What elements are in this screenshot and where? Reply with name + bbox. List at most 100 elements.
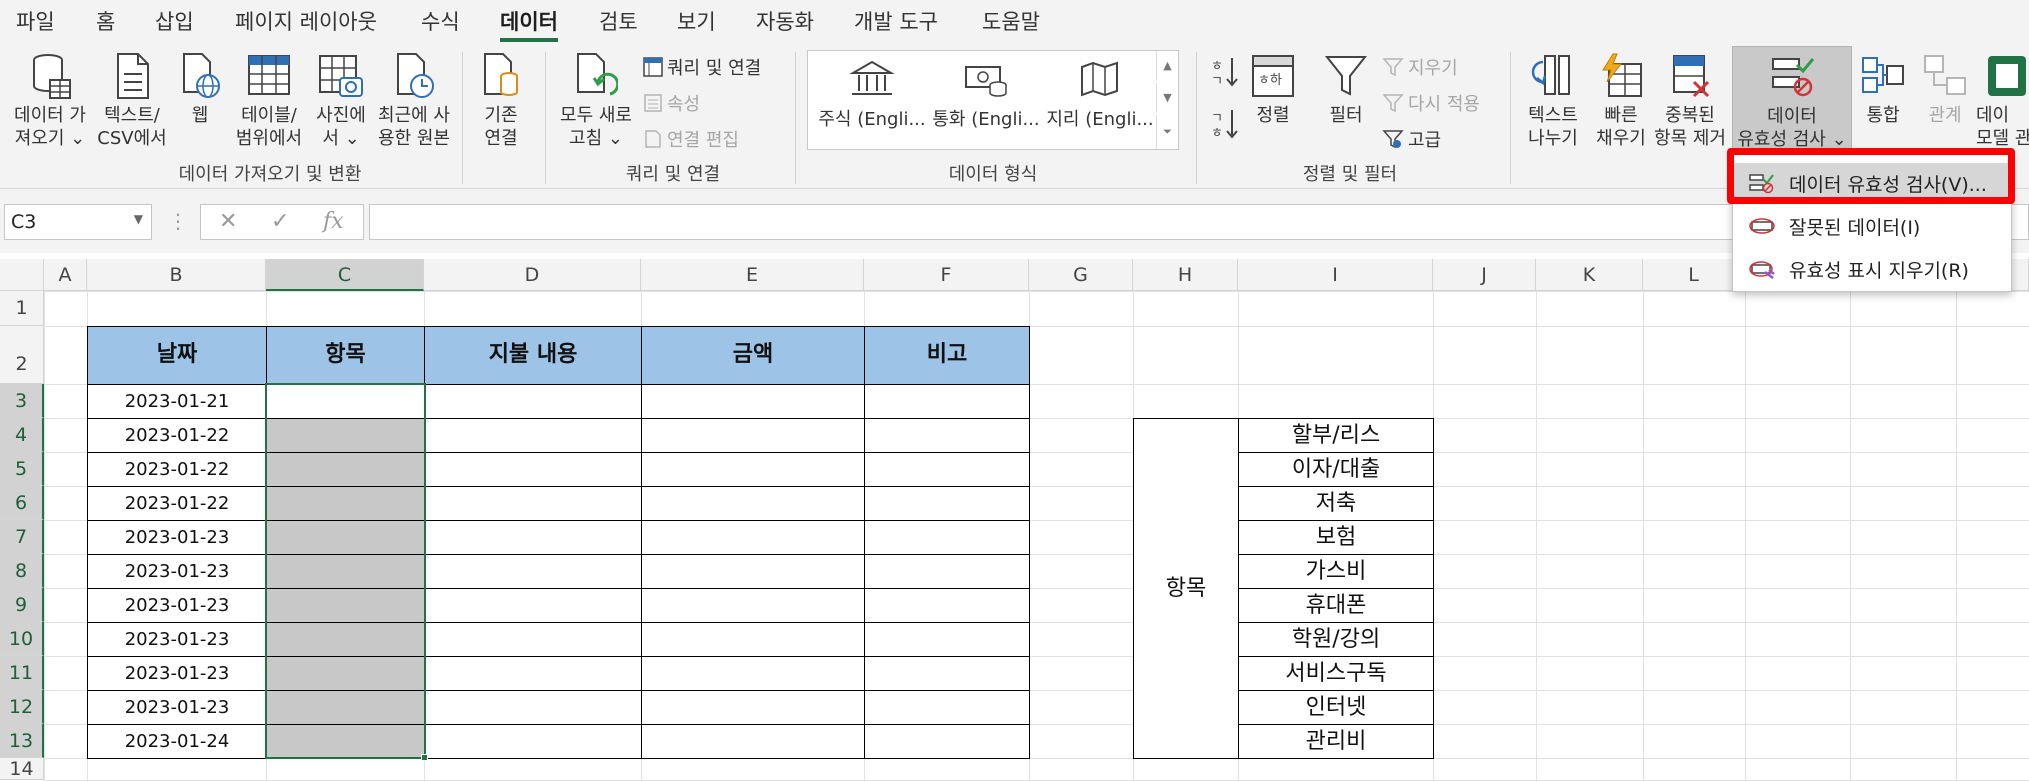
fill-handle[interactable]: [421, 754, 428, 761]
table-cell[interactable]: [864, 724, 1030, 759]
category-list-item[interactable]: 학원/강의: [1238, 622, 1434, 657]
table-cell[interactable]: [641, 418, 865, 453]
tab-home[interactable]: 홈: [96, 6, 115, 36]
row-header[interactable]: 6: [0, 486, 44, 520]
table-cell[interactable]: [864, 520, 1030, 555]
date-cell[interactable]: 2023-01-23: [87, 554, 267, 589]
category-list-item[interactable]: 할부/리스: [1238, 418, 1434, 453]
table-cell[interactable]: [424, 384, 642, 419]
category-cell[interactable]: [266, 622, 425, 657]
geography-data-type[interactable]: 지리 (Engli...: [1044, 59, 1156, 131]
column-header[interactable]: I: [1238, 259, 1433, 291]
date-cell[interactable]: 2023-01-21: [87, 384, 267, 419]
table-cell[interactable]: [864, 622, 1030, 657]
table-cell[interactable]: [641, 690, 865, 725]
tab-insert[interactable]: 삽입: [155, 6, 194, 36]
tab-data[interactable]: 데이터: [500, 6, 558, 42]
insert-function-icon[interactable]: fx: [323, 209, 344, 234]
row-header[interactable]: 9: [0, 588, 44, 622]
row-header[interactable]: 13: [0, 724, 44, 758]
table-cell[interactable]: [424, 554, 642, 589]
date-cell[interactable]: 2023-01-23: [87, 656, 267, 691]
table-cell[interactable]: [641, 554, 865, 589]
enter-check-icon[interactable]: ✓: [271, 209, 289, 234]
column-header[interactable]: K: [1536, 259, 1643, 291]
menu-item-clear-circles[interactable]: 유효성 표시 지우기(R): [1733, 249, 2011, 289]
category-list-label[interactable]: 항목: [1133, 418, 1239, 759]
category-cell[interactable]: [266, 418, 425, 453]
date-cell[interactable]: 2023-01-23: [87, 622, 267, 657]
date-cell[interactable]: 2023-01-23: [87, 520, 267, 555]
tab-developer[interactable]: 개발 도구: [854, 6, 938, 36]
category-cell[interactable]: [266, 486, 425, 521]
date-cell[interactable]: 2023-01-24: [87, 724, 267, 759]
table-header-cell[interactable]: 금액: [641, 326, 865, 385]
table-cell[interactable]: [424, 622, 642, 657]
cancel-icon[interactable]: ✕: [219, 209, 237, 234]
table-cell[interactable]: [641, 452, 865, 487]
table-cell[interactable]: [424, 690, 642, 725]
tab-help[interactable]: 도움말: [982, 6, 1040, 36]
reapply-button[interactable]: 다시 적용: [1382, 90, 1480, 116]
table-cell[interactable]: [424, 724, 642, 759]
column-header[interactable]: F: [864, 259, 1029, 291]
column-header[interactable]: H: [1133, 259, 1238, 291]
table-cell[interactable]: [424, 520, 642, 555]
category-cell[interactable]: [266, 588, 425, 623]
table-cell[interactable]: [641, 486, 865, 521]
table-cell[interactable]: [424, 452, 642, 487]
clear-filter-button[interactable]: 지우기: [1382, 54, 1458, 80]
category-list-item[interactable]: 관리비: [1238, 724, 1434, 759]
table-cell[interactable]: [424, 486, 642, 521]
category-list-item[interactable]: 인터넷: [1238, 690, 1434, 725]
table-cell[interactable]: [641, 520, 865, 555]
queries-connections-button[interactable]: 쿼리 및 연결: [643, 54, 761, 80]
gallery-scroll-down[interactable]: ▼: [1156, 83, 1178, 113]
sort-descending-button[interactable]: ㄱ ㅎ: [1208, 106, 1242, 146]
category-cell[interactable]: [266, 656, 425, 691]
column-header[interactable]: E: [641, 259, 864, 291]
category-cell[interactable]: [266, 724, 425, 759]
filter-button[interactable]: 필터: [1318, 52, 1374, 127]
date-cell[interactable]: 2023-01-23: [87, 690, 267, 725]
remove-duplicates-button[interactable]: 중복된 항목 제거: [1650, 52, 1730, 150]
row-header[interactable]: 3: [0, 384, 44, 418]
stocks-data-type[interactable]: 주식 (Engli...: [816, 59, 928, 131]
gallery-more-button[interactable]: ⏷: [1156, 115, 1178, 149]
column-header[interactable]: J: [1433, 259, 1536, 291]
properties-button[interactable]: 속성: [643, 90, 700, 116]
category-cell[interactable]: [266, 554, 425, 589]
category-list-item[interactable]: 이자/대출: [1238, 452, 1434, 487]
table-cell[interactable]: [424, 588, 642, 623]
advanced-filter-button[interactable]: 고급: [1382, 126, 1441, 152]
data-validation-button[interactable]: 데이터 유효성 검사 ⌄: [1732, 46, 1852, 152]
table-cell[interactable]: [864, 418, 1030, 453]
name-box[interactable]: C3 ▼: [4, 204, 152, 240]
row-header[interactable]: 5: [0, 452, 44, 486]
column-header[interactable]: B: [87, 259, 266, 291]
date-cell[interactable]: 2023-01-23: [87, 588, 267, 623]
category-cell[interactable]: [266, 384, 425, 419]
table-cell[interactable]: [424, 656, 642, 691]
menu-item-circle-invalid[interactable]: 잘못된 데이터(I): [1733, 206, 2011, 246]
from-text-csv-button[interactable]: 텍스트/ CSV에서: [96, 52, 168, 150]
table-header-cell[interactable]: 지불 내용: [424, 326, 642, 385]
table-cell[interactable]: [641, 622, 865, 657]
row-header[interactable]: 11: [0, 656, 44, 690]
column-header[interactable]: L: [1643, 259, 1745, 291]
row-header[interactable]: 10: [0, 622, 44, 656]
relationships-button[interactable]: 관계: [1918, 52, 1972, 127]
date-cell[interactable]: 2023-01-22: [87, 486, 267, 521]
currencies-data-type[interactable]: 통화 (Engli...: [930, 59, 1042, 131]
tab-automate[interactable]: 자동화: [756, 6, 814, 36]
table-cell[interactable]: [864, 486, 1030, 521]
table-header-cell[interactable]: 비고: [864, 326, 1030, 385]
row-header[interactable]: 4: [0, 418, 44, 452]
category-list-item[interactable]: 서비스구독: [1238, 656, 1434, 691]
row-header[interactable]: 12: [0, 690, 44, 724]
refresh-all-button[interactable]: 모두 새로 고침 ⌄: [553, 52, 639, 150]
row-header[interactable]: 1: [0, 291, 44, 326]
row-header[interactable]: 8: [0, 554, 44, 588]
sort-button[interactable]: ㅎ하 정렬: [1246, 52, 1300, 127]
column-header[interactable]: G: [1029, 259, 1133, 291]
